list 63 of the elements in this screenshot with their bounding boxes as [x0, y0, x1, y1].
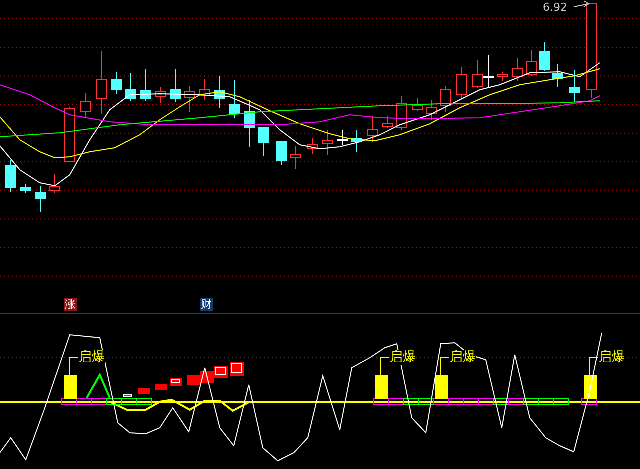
- indicator-bar: [214, 366, 228, 378]
- candlestick: [456, 66, 468, 98]
- pointer-arrow: [574, 0, 590, 8]
- candlestick: [276, 142, 288, 166]
- signal-bar: [435, 375, 448, 399]
- indicator-bar: [187, 375, 201, 385]
- signal-bar: [64, 375, 77, 399]
- candlestick: [214, 76, 226, 108]
- candlestick: [352, 130, 362, 152]
- signal-bar: [375, 375, 388, 399]
- candlestick: [230, 80, 240, 118]
- candlestick: [338, 130, 348, 146]
- candlestick: [290, 146, 302, 170]
- leader-line: [380, 358, 390, 376]
- candlestick: [64, 106, 76, 162]
- candlestick: [200, 78, 210, 100]
- candlestick: [570, 70, 580, 102]
- signal-label: 启爆: [450, 350, 476, 365]
- candlestick: [484, 54, 494, 88]
- candlestick: [140, 68, 152, 102]
- leader-line: [590, 358, 598, 376]
- indicator-bar: [124, 394, 132, 398]
- candlestick: [322, 130, 334, 156]
- event-marker[interactable]: 财: [200, 298, 213, 311]
- candlestick: [258, 128, 270, 156]
- candlestick: [498, 72, 508, 82]
- candlestick: [244, 100, 256, 148]
- indicator-bar: [170, 378, 182, 386]
- signal-label: 启爆: [599, 350, 625, 365]
- candlestick: [396, 96, 408, 130]
- candlestick: [170, 68, 182, 102]
- signal-label: 启爆: [390, 350, 416, 365]
- candlestick: [368, 116, 378, 142]
- candlestick: [412, 98, 424, 112]
- indicator-bar: [138, 388, 150, 394]
- candlestick: [156, 86, 166, 104]
- candlestick: [472, 60, 484, 88]
- candlestick: [426, 100, 438, 120]
- candlestick: [440, 86, 452, 112]
- candlestick: [20, 184, 32, 194]
- candlestick: [308, 138, 318, 154]
- candlestick: [526, 50, 538, 76]
- candlestick: [80, 92, 92, 118]
- candlestick: [382, 116, 394, 128]
- candlestick: [552, 64, 564, 88]
- signal-cell: [582, 398, 598, 406]
- signal-bar: [584, 375, 597, 399]
- candlestick: [50, 174, 60, 194]
- last-price-label: 6.92: [543, 1, 568, 15]
- candlestick: [112, 72, 122, 94]
- candlestick: [126, 72, 136, 102]
- indicator-bar: [155, 384, 167, 390]
- event-marker[interactable]: 涨: [64, 298, 77, 311]
- candlestick: [36, 186, 46, 212]
- leader-line: [440, 358, 450, 376]
- candlestick: [540, 42, 550, 72]
- signal-label: 启爆: [79, 350, 105, 365]
- candlestick: [6, 160, 16, 192]
- candlestick: [184, 86, 196, 112]
- leader-line: [70, 358, 78, 376]
- candlestick: [96, 50, 108, 114]
- indicator-bar: [230, 362, 244, 376]
- candlestick: [512, 58, 524, 82]
